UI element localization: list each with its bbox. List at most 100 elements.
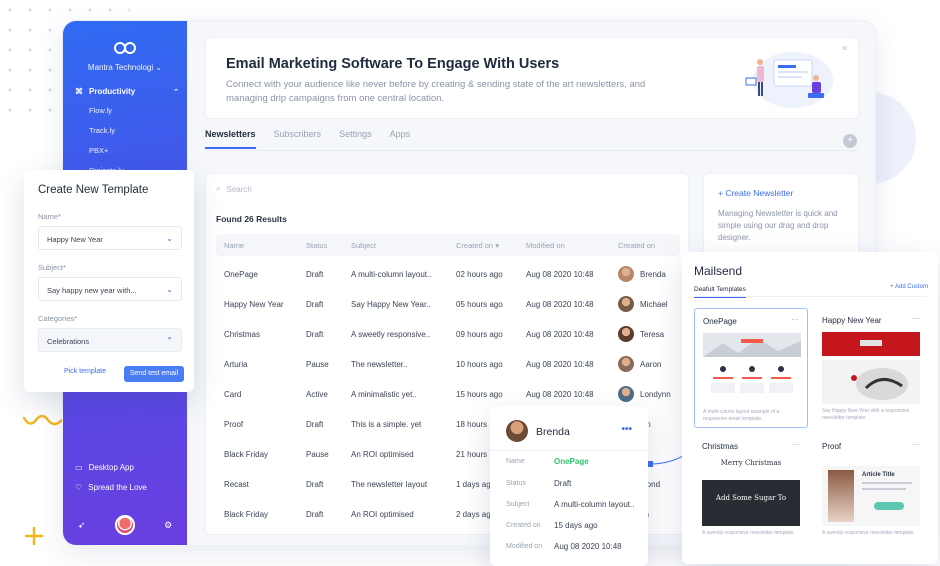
subject-select[interactable]: Say happy new year with... ⌄ xyxy=(38,277,182,301)
avatar xyxy=(618,326,634,342)
col-header-name[interactable]: Name xyxy=(224,241,244,250)
tab-subscribers[interactable]: Subscribers xyxy=(274,129,322,149)
cell-name: OnePage xyxy=(224,270,258,279)
results-count: Found 26 Results xyxy=(216,214,287,224)
tab-divider xyxy=(205,150,859,151)
col-header-subject[interactable]: Subject xyxy=(351,241,376,250)
cell-modified: Aug 08 2020 10:48 xyxy=(526,360,594,369)
subject-value: Say happy new year with... xyxy=(47,286,137,295)
template-card-onepage[interactable]: OnePage ··· A multi-colunn layout exampl… xyxy=(694,308,808,428)
more-options-icon[interactable]: ••• xyxy=(621,424,632,435)
template-desc: A sweetly responsive newsletter template… xyxy=(822,530,915,536)
user-avatar[interactable] xyxy=(114,515,135,535)
org-switcher[interactable]: Mantra Technologi ⌄ xyxy=(63,63,187,72)
thumbnail-line xyxy=(862,488,906,490)
more-options-icon[interactable]: ··· xyxy=(791,315,799,324)
cell-name: Recast xyxy=(224,480,249,489)
detail-label: Name xyxy=(506,458,525,465)
sidebar-item-pbx[interactable]: PBX+ xyxy=(89,146,179,155)
template-name: Proof xyxy=(822,442,842,451)
template-card-christmas[interactable]: Christmas ··· Merry Christmas Add Some S… xyxy=(694,434,808,546)
divider xyxy=(490,450,648,451)
avatar xyxy=(618,266,634,282)
cell-name: Arturia xyxy=(224,360,248,369)
cell-name: Black Friday xyxy=(224,510,269,519)
monitor-icon: ▭ xyxy=(75,463,83,472)
col-header-status[interactable]: Status xyxy=(306,241,327,250)
categories-value: Celebrations xyxy=(47,337,90,346)
cell-status: Draft xyxy=(306,510,324,519)
chevron-up-icon[interactable]: ⌃ xyxy=(173,88,179,96)
cell-subject: A sweetly responsive.. xyxy=(351,330,431,339)
tab-bar: Newsletters Subscribers Settings Apps xyxy=(205,129,410,149)
pick-template-link[interactable]: Pick template xyxy=(64,368,106,375)
cell-subject: A minimalistic yet.. xyxy=(351,390,417,399)
col-header-modified[interactable]: Modified on xyxy=(526,241,565,250)
sidebar-item-label: Desktop App xyxy=(88,463,134,472)
cell-subject: This is a simple. yet xyxy=(351,420,422,429)
screenshot-stage: Mantra Technologi ⌄ ⌘ Productivity ⌃ Flo… xyxy=(0,0,940,566)
cell-status: Pause xyxy=(306,360,329,369)
detail-value-modified: Aug 08 2020 10:48 xyxy=(554,542,622,551)
col-header-created-by[interactable]: Created on xyxy=(618,241,655,250)
cell-status: Pause xyxy=(306,450,329,459)
sidebar-item-trackly[interactable]: Track.ly xyxy=(89,126,179,135)
thumbnail-banner: Add Some Sugar To xyxy=(702,480,800,526)
search-icon: ⌕ xyxy=(216,184,221,193)
template-card-proof[interactable]: Proof ··· Article Title A sweetly respon… xyxy=(814,434,928,546)
categories-select[interactable]: Celebrations ⌃ xyxy=(38,328,182,352)
thumbnail-heading: Article Title xyxy=(862,472,895,478)
template-card-happy-new-year[interactable]: Happy New Year ··· Say Happy New Year wi… xyxy=(814,308,928,428)
panel-title: Create New Template xyxy=(38,184,149,196)
heart-icon: ♡ xyxy=(75,483,83,492)
sidebar-item-desktop-app[interactable]: ▭ Desktop App xyxy=(75,463,147,472)
create-template-panel: Create New Template Name* Happy New Year… xyxy=(24,170,194,392)
table-row[interactable]: Card Active A minimalistic yet.. 15 hours a… xyxy=(216,380,680,408)
cell-created: 05 hours ago xyxy=(456,300,503,309)
create-newsletter-link[interactable]: + Create Newsletter xyxy=(718,188,793,198)
table-row[interactable]: Happy New Year Draft Say Happy New Year.. 0… xyxy=(216,290,680,318)
table-row[interactable]: OnePage Draft A multi-column layout.. 02 ho… xyxy=(216,260,680,288)
table-row[interactable]: Arturia Pause The newsletter.. 10 hours ago… xyxy=(216,350,680,378)
more-options-icon[interactable]: ··· xyxy=(912,314,920,323)
detail-value-status: Draft xyxy=(554,479,572,488)
creator-name: Teresa xyxy=(640,329,665,339)
cell-created-by: Brenda xyxy=(618,266,666,282)
rocket-icon[interactable]: ➶ xyxy=(78,520,86,531)
avatar xyxy=(618,296,634,312)
detail-value-name[interactable]: OnePage xyxy=(554,457,589,466)
creator-name: Londynn xyxy=(640,389,671,399)
tab-apps[interactable]: Apps xyxy=(390,129,411,149)
more-options-icon[interactable]: ··· xyxy=(792,440,800,449)
tab-newsletters[interactable]: Newsletters xyxy=(205,129,256,149)
newsletter-detail-popup: Brenda ••• Name OnePage Status Draft Sub… xyxy=(490,406,648,566)
tab-divider xyxy=(694,296,926,297)
col-header-label: Created on xyxy=(456,241,494,250)
mailsend-title: Mailsend xyxy=(694,264,743,278)
cell-created: 1 days ag xyxy=(456,480,491,489)
send-test-email-button[interactable]: Send test email xyxy=(124,366,184,382)
avatar xyxy=(618,386,634,402)
sidebar-item-spread-love[interactable]: ♡ Spread the Love xyxy=(75,483,147,492)
cell-subject: An ROI optimised xyxy=(351,510,414,519)
close-icon[interactable]: ✕ xyxy=(841,44,848,53)
add-button[interactable]: + xyxy=(843,134,857,148)
sidebar-item-flowly[interactable]: Flow.ly xyxy=(89,106,179,115)
template-thumbnail: Merry Christmas Add Some Sugar To xyxy=(702,456,800,526)
popup-user-name: Brenda xyxy=(536,426,570,438)
cell-created: 2 days ag xyxy=(456,510,491,519)
template-name: Christmas xyxy=(702,442,739,451)
search-input[interactable]: ⌕ Search xyxy=(216,184,252,194)
sidebar-item-label: Spread the Love xyxy=(88,483,147,492)
more-options-icon[interactable]: ··· xyxy=(912,440,920,449)
add-custom-link[interactable]: + Add Custom xyxy=(890,284,928,290)
template-thumbnail: Article Title xyxy=(822,466,920,526)
chevron-down-icon: ⌄ xyxy=(166,285,173,294)
template-thumbnail xyxy=(822,332,920,404)
table-row[interactable]: Christmas Draft A sweetly responsive.. 09 h… xyxy=(216,320,680,348)
gear-icon[interactable]: ⚙ xyxy=(164,520,172,531)
name-select[interactable]: Happy New Year ⌄ xyxy=(38,226,182,250)
tab-settings[interactable]: Settings xyxy=(339,129,372,149)
cell-created: 15 hours ago xyxy=(456,390,503,399)
col-header-created[interactable]: Created on ▾ xyxy=(456,241,499,250)
